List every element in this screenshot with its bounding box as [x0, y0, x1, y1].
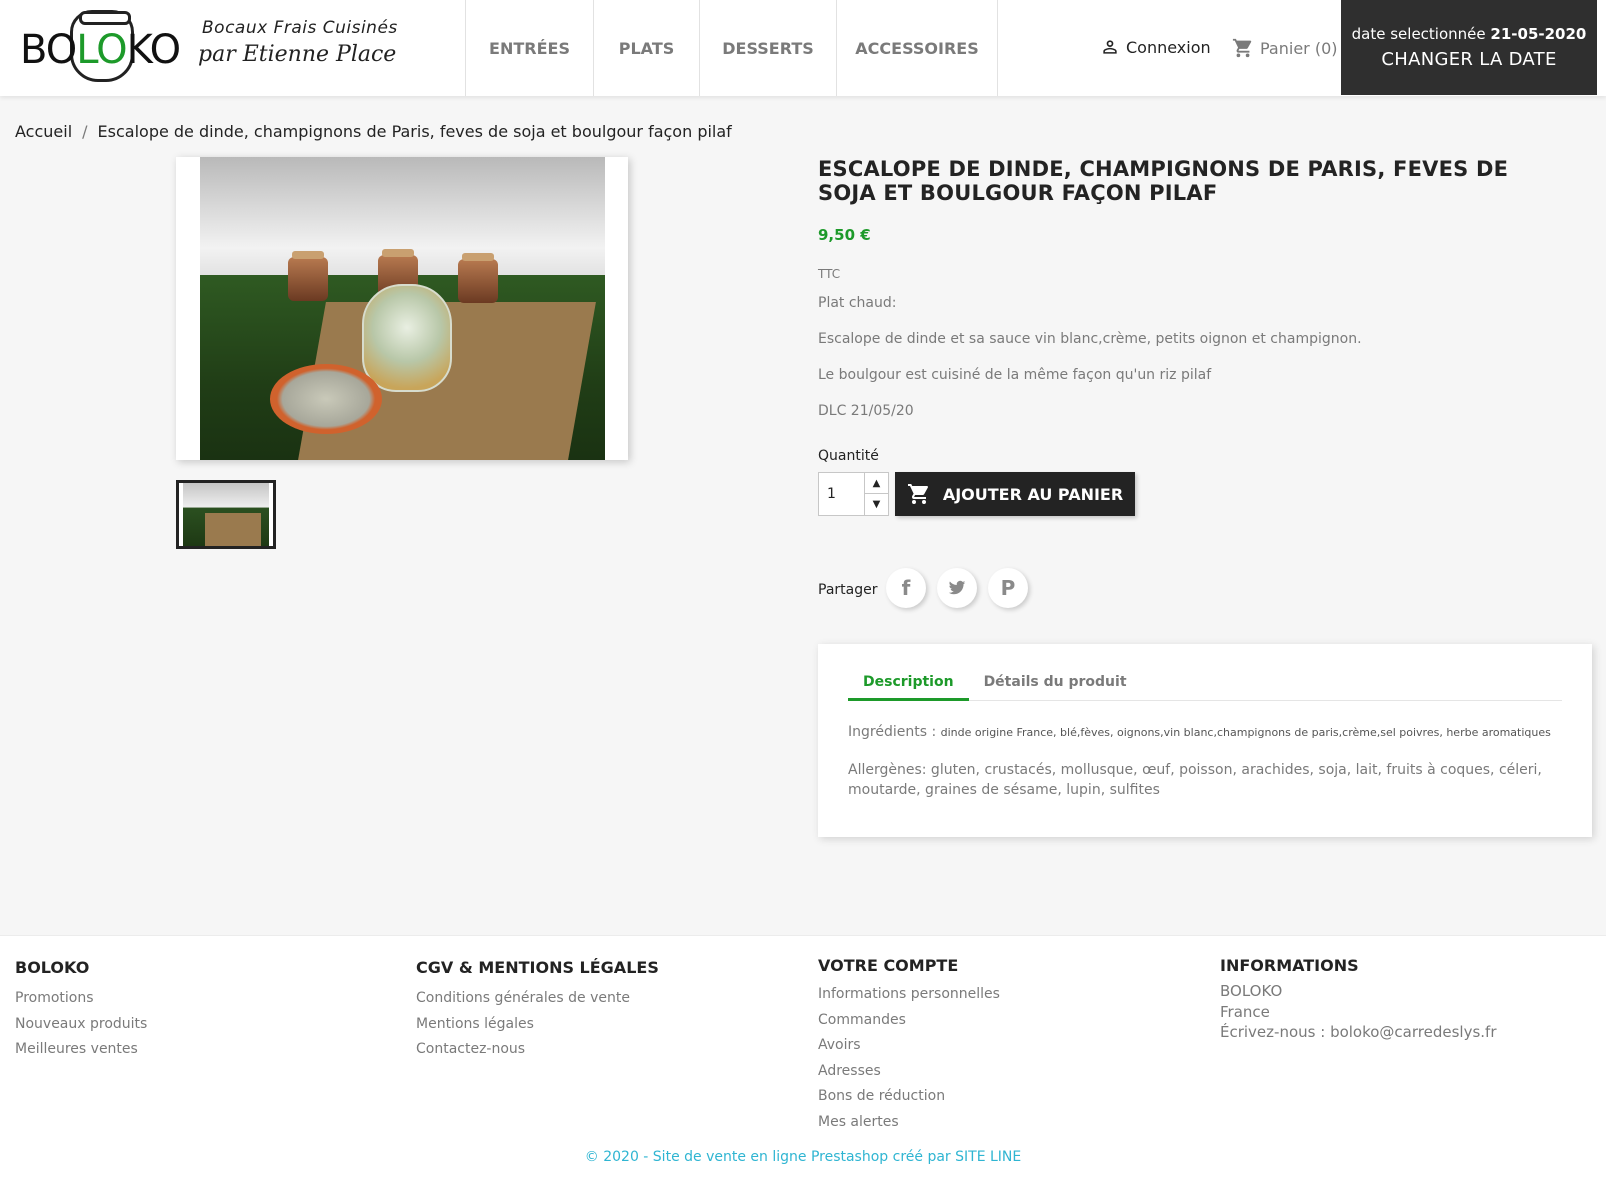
footer-link-new-products[interactable]: Nouveaux produits [15, 1012, 147, 1038]
chevron-down-icon[interactable]: ▼ [865, 494, 888, 515]
description-line: Escalope de dinde et sa sauce vin blanc,… [818, 331, 1362, 347]
selected-date-value: 21-05-2020 [1490, 25, 1587, 43]
footer-col-info: Informations BOLOKO France Écrivez-nous … [1220, 956, 1496, 1043]
product-thumbnail[interactable] [176, 480, 276, 549]
ingredients-value: dinde origine France, blé,fèves, oignons… [940, 726, 1551, 739]
description-line: Le boulgour est cuisiné de la même façon… [818, 367, 1212, 383]
footer-link-contact[interactable]: Contactez-nous [416, 1037, 659, 1063]
quantity-stepper: ▲ ▼ [818, 472, 889, 516]
quantity-spin: ▲ ▼ [864, 473, 888, 515]
footer-link-credit-slips[interactable]: Avoirs [818, 1033, 1000, 1059]
breadcrumb: Accueil / Escalope de dinde, champignons… [15, 122, 732, 141]
product-photo [200, 157, 605, 460]
product-title: Escalope de dinde, champignons de Paris,… [818, 157, 1509, 206]
copyright-link[interactable]: © 2020 - Site de vente en ligne Prestash… [0, 1149, 1606, 1165]
share-label: Partager [818, 582, 878, 598]
footer-link-legal[interactable]: Mentions légales [416, 1012, 659, 1038]
cart-count: (0) [1314, 38, 1338, 58]
user-icon [1103, 40, 1117, 54]
site-header: BOLOKO Bocaux Frais Cuisinés par Etienne… [0, 0, 1606, 96]
selected-date-prefix: date selectionnée [1351, 25, 1486, 43]
change-date-box[interactable]: date selectionnée 21-05-2020 CHANGER LA … [1341, 0, 1597, 95]
product-main-image[interactable] [176, 157, 628, 460]
tagline-primary: Bocaux Frais Cuisinés [202, 18, 398, 38]
store-email-line: Écrivez-nous : boloko@carredeslys.fr [1220, 1022, 1496, 1043]
breadcrumb-current[interactable]: Escalope de dinde, champignons de Paris,… [98, 122, 732, 141]
footer-heading: Informations [1220, 956, 1359, 975]
footer-link-best-sales[interactable]: Meilleures ventes [15, 1037, 147, 1063]
cart-label: Panier [1260, 38, 1310, 58]
footer-link-orders[interactable]: Commandes [818, 1008, 1000, 1034]
ingredients-label: Ingrédients : [848, 724, 937, 740]
quantity-label: Quantité [818, 448, 879, 464]
thumbnail-burlap [205, 513, 261, 546]
description-line: Plat chaud: [818, 295, 897, 311]
footer-link-promotions[interactable]: Promotions [15, 986, 147, 1012]
product-price: 9,50 € [818, 226, 871, 244]
nav-item-entrees[interactable]: ENTRÉES [466, 0, 594, 96]
facebook-icon[interactable]: f [886, 568, 926, 608]
footer-link-personal-info[interactable]: Informations personnelles [818, 982, 1000, 1008]
footer-heading: CGV & Mentions légales [416, 958, 659, 977]
description-line: DLC 21/05/20 [818, 403, 914, 419]
chevron-up-icon[interactable]: ▲ [865, 473, 888, 494]
email-link[interactable]: boloko@carredeslys.fr [1330, 1023, 1496, 1041]
photo-jar-right [458, 253, 498, 303]
selected-date-line: date selectionnée 21-05-2020 [1341, 25, 1597, 43]
nav-item-desserts[interactable]: DESSERTS [700, 0, 837, 96]
footer-link-cgv[interactable]: Conditions générales de vente [416, 986, 659, 1012]
add-to-cart-label: AJOUTER AU PANIER [942, 484, 1124, 504]
breadcrumb-home[interactable]: Accueil [15, 122, 72, 141]
photo-jar-lid [270, 364, 382, 434]
cart-icon [907, 484, 928, 504]
email-prefix: Écrivez-nous : [1220, 1023, 1326, 1041]
allergens-text: Allergènes: gluten, crustacés, mollusque… [848, 762, 1542, 798]
photo-glass-jar [362, 284, 452, 392]
change-date-button[interactable]: CHANGER LA DATE [1341, 49, 1597, 70]
footer-col-boloko: BOLOKO Promotions Nouveaux produits Meil… [15, 958, 147, 1063]
add-to-cart-button[interactable]: AJOUTER AU PANIER [895, 472, 1135, 516]
site-footer: BOLOKO Promotions Nouveaux produits Meil… [0, 935, 1606, 1183]
quantity-input[interactable] [819, 473, 865, 515]
store-name: BOLOKO [1220, 982, 1283, 1000]
cart-icon [1232, 38, 1252, 58]
footer-link-alerts[interactable]: Mes alertes [818, 1110, 1000, 1136]
product-tabs-card: Description Détails du produit Ingrédien… [818, 644, 1592, 837]
pinterest-icon[interactable]: P [988, 568, 1028, 608]
tab-product-details[interactable]: Détails du produit [969, 660, 1142, 701]
tab-description[interactable]: Description [848, 660, 969, 701]
photo-jar-left [288, 251, 328, 301]
nav-item-plats[interactable]: PLATS [594, 0, 700, 96]
footer-heading: Votre compte [818, 956, 959, 975]
store-country: France [1220, 1002, 1270, 1021]
footer-heading: BOLOKO [15, 958, 90, 977]
footer-link-vouchers[interactable]: Bons de réduction [818, 1084, 1000, 1110]
tax-label: TTC [818, 267, 841, 281]
breadcrumb-separator: / [82, 122, 88, 141]
logo-text: BOLOKO [20, 27, 181, 73]
product-short-description: Plat chaud: Escalope de dinde et sa sauc… [818, 295, 1362, 439]
footer-col-cgv: CGV & Mentions légales Conditions généra… [416, 958, 659, 1063]
footer-link-addresses[interactable]: Adresses [818, 1059, 1000, 1085]
main-nav: ENTRÉES PLATS DESSERTS ACCESSOIRES [465, 0, 998, 96]
footer-col-account: Votre compte Informations personnelles C… [818, 956, 1000, 1135]
login-label: Connexion [1126, 37, 1211, 57]
boloko-logo[interactable]: BOLOKO [18, 8, 183, 86]
ingredients-text: Ingrédients : dinde origine France, blé,… [848, 724, 1551, 740]
tagline-secondary: par Etienne Place [198, 42, 397, 67]
login-link[interactable]: Connexion [1100, 37, 1211, 57]
twitter-icon[interactable] [937, 568, 977, 608]
nav-item-accessoires[interactable]: ACCESSOIRES [837, 0, 998, 96]
cart-link[interactable]: Panier (0) [1232, 37, 1338, 59]
product-tabs: Description Détails du produit [848, 660, 1562, 701]
